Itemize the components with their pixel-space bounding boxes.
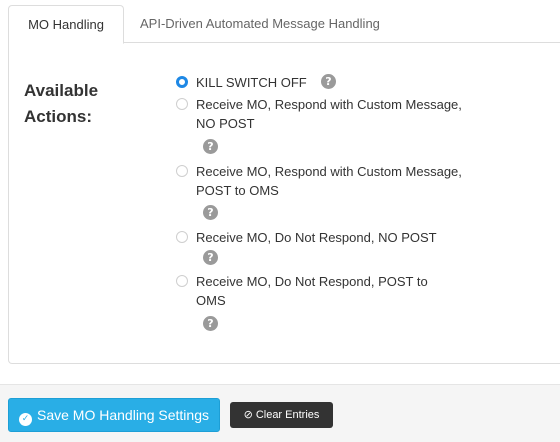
radio-respond-post-to-oms[interactable] — [176, 165, 188, 177]
radio-no-respond-no-post[interactable] — [176, 231, 188, 243]
footer-bar: ✓ Save MO Handling Settings ⊘ Clear Entrie… — [0, 384, 560, 442]
radio-no-respond-post-to-oms[interactable] — [176, 275, 188, 287]
clear-button-label: Clear Entries — [255, 409, 320, 421]
option-label: Receive MO, Respond with Custom Message,… — [196, 164, 462, 198]
option-label: Receive MO, Respond with Custom Message,… — [196, 97, 462, 131]
ban-icon: ⊘ — [243, 408, 253, 421]
available-actions-label: Available Actions: — [24, 81, 99, 126]
check-circle-icon: ✓ — [19, 413, 32, 426]
tab-bar: MO Handling API-Driven Automated Message… — [8, 5, 560, 44]
tab-mo-handling[interactable]: MO Handling — [8, 5, 124, 44]
save-mo-handling-button[interactable]: ✓ Save MO Handling Settings — [8, 398, 220, 432]
option-label: Receive MO, Do Not Respond, POST to OMS — [196, 274, 428, 308]
tab-api-driven-handling[interactable]: API-Driven Automated Message Handling — [140, 5, 380, 43]
question-circle-icon[interactable]: ? — [321, 74, 336, 89]
clear-entries-button[interactable]: ⊘ Clear Entries — [230, 402, 333, 428]
question-circle-icon[interactable]: ? — [203, 139, 218, 154]
question-circle-icon[interactable]: ? — [203, 205, 218, 220]
option-label: Receive MO, Do Not Respond, NO POST — [196, 230, 437, 245]
radio-kill-switch-off[interactable] — [176, 76, 188, 88]
question-circle-icon[interactable]: ? — [203, 316, 218, 331]
question-circle-icon[interactable]: ? — [203, 250, 218, 265]
radio-respond-no-post[interactable] — [176, 98, 188, 110]
save-button-label: Save MO Handling Settings — [37, 407, 209, 423]
